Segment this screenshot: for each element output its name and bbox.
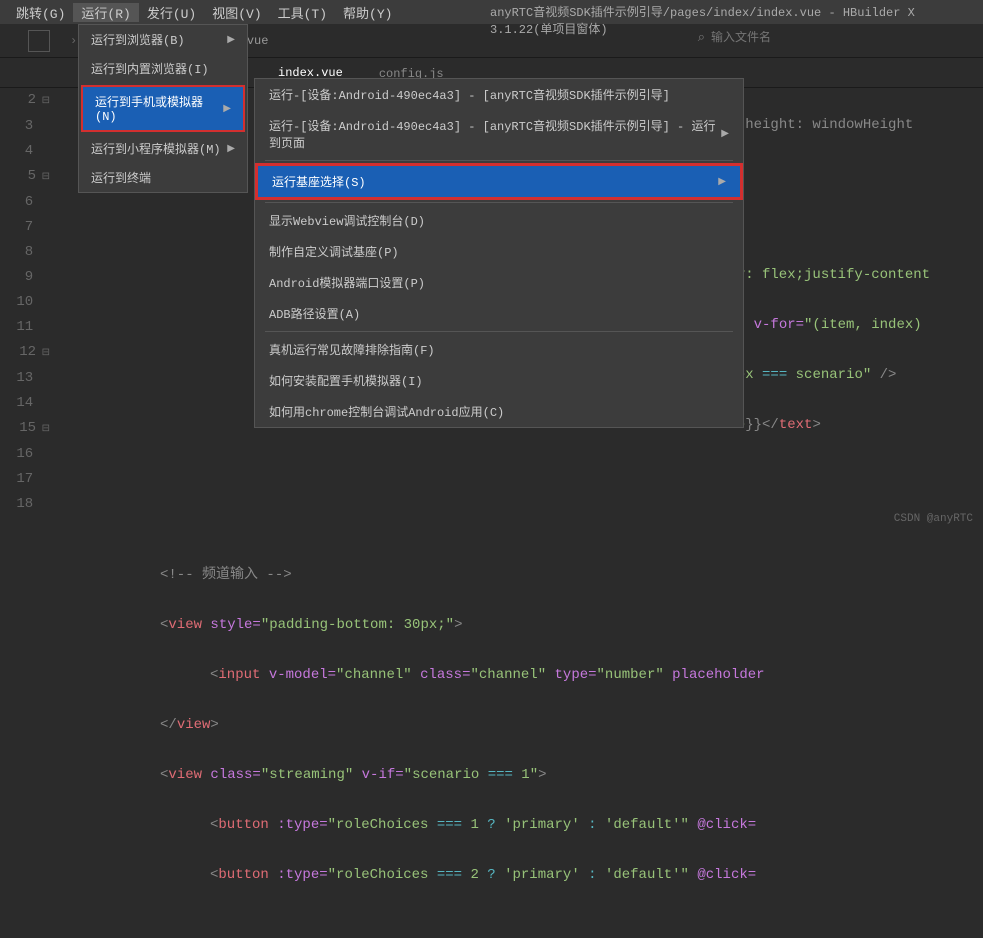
- run-to-builtin-browser[interactable]: 运行到内置浏览器(I): [79, 54, 247, 83]
- adb-path-setting[interactable]: ADB路径设置(A): [255, 298, 743, 329]
- menu-help[interactable]: 帮助(Y): [335, 3, 400, 22]
- run-to-device[interactable]: 运行到手机或模拟器(N)▶: [81, 85, 245, 132]
- android-emu-port[interactable]: Android模拟器端口设置(P): [255, 267, 743, 298]
- menu-tools[interactable]: 工具(T): [270, 3, 335, 22]
- run-to-browser[interactable]: 运行到浏览器(B)▶: [79, 25, 247, 54]
- run-device-page[interactable]: 运行-[设备:Android-490ec4a3] - [anyRTC音视频SDK…: [255, 110, 743, 158]
- install-emulator-guide[interactable]: 如何安装配置手机模拟器(I): [255, 365, 743, 396]
- run-menu-dropdown: 运行到浏览器(B)▶ 运行到内置浏览器(I) 运行到手机或模拟器(N)▶ 运行到…: [78, 24, 248, 193]
- chrome-debug-guide[interactable]: 如何用chrome控制台调试Android应用(C): [255, 396, 743, 427]
- chevron-right-icon: ▶: [227, 34, 235, 46]
- chevron-right-icon: ▶: [718, 176, 726, 188]
- show-webview-console[interactable]: 显示Webview调试控制台(D): [255, 205, 743, 236]
- file-search[interactable]: ⌕: [698, 30, 863, 45]
- menu-run[interactable]: 运行(R): [73, 3, 138, 22]
- device-submenu: 运行-[设备:Android-490ec4a3] - [anyRTC音视频SDK…: [254, 78, 744, 428]
- line-gutter: 2⊟3 4 5⊟6 7 8 9 10 11 12⊟13 14 15⊟16 17 …: [0, 88, 60, 529]
- run-to-miniprogram[interactable]: 运行到小程序模拟器(M)▶: [79, 134, 247, 163]
- menu-view[interactable]: 视图(V): [204, 3, 269, 22]
- watermark: CSDN @anyRTC: [894, 513, 973, 525]
- run-device-1[interactable]: 运行-[设备:Android-490ec4a3] - [anyRTC音视频SDK…: [255, 79, 743, 110]
- run-to-terminal[interactable]: 运行到终端: [79, 163, 247, 192]
- chevron-right-icon: ▶: [721, 128, 729, 140]
- chevron-right-icon: ▶: [227, 143, 235, 155]
- toolbar-icon[interactable]: [28, 30, 50, 52]
- menu-goto[interactable]: 跳转(G): [8, 3, 73, 22]
- chevron-right-icon: ▶: [223, 103, 231, 115]
- search-input[interactable]: [711, 31, 863, 45]
- menu-separator: [265, 202, 733, 203]
- menu-separator: [265, 160, 733, 161]
- run-base-select[interactable]: 运行基座选择(S)▶: [255, 163, 743, 200]
- menu-separator: [265, 331, 733, 332]
- troubleshoot-guide[interactable]: 真机运行常见故障排除指南(F): [255, 334, 743, 365]
- menu-publish[interactable]: 发行(U): [139, 3, 204, 22]
- search-icon: ⌕: [698, 30, 705, 45]
- make-custom-base[interactable]: 制作自定义调试基座(P): [255, 236, 743, 267]
